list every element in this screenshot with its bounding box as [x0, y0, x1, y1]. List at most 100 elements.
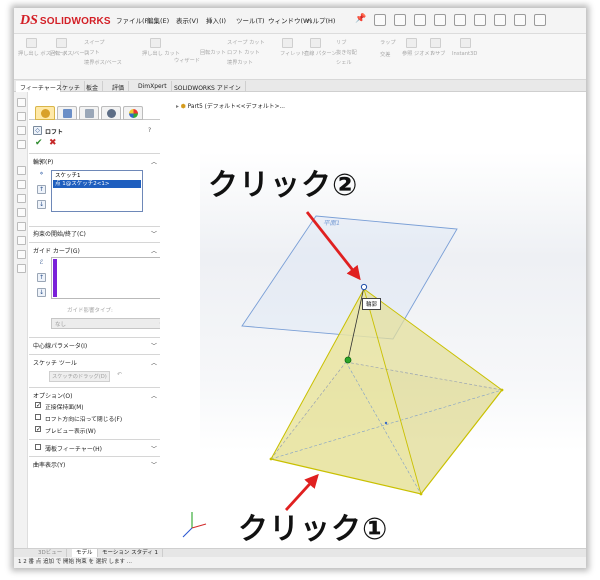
move-down-button[interactable]: ↓: [37, 200, 46, 209]
pin-icon[interactable]: 📌: [355, 14, 366, 24]
reference-geometry-icon[interactable]: [406, 38, 417, 48]
dimxpert-manager-tab[interactable]: [101, 106, 121, 120]
strip-icon[interactable]: [17, 98, 26, 107]
ribbon-instant3d[interactable]: Instant3D: [452, 51, 477, 57]
help-icon[interactable]: ?: [148, 127, 151, 134]
undo-sketch-drag-icon[interactable]: ↶: [115, 371, 124, 380]
move-up-button[interactable]: ↑: [37, 185, 46, 194]
strip-icon[interactable]: [17, 236, 26, 245]
ribbon-wizard[interactable]: ウィザード: [174, 58, 200, 64]
tab-evaluate[interactable]: 評価: [108, 81, 130, 92]
strip-icon[interactable]: [17, 166, 26, 175]
select-icon[interactable]: [474, 14, 486, 26]
instant3d-icon[interactable]: [460, 38, 471, 48]
centerline-section-title[interactable]: 中心線パラメータ(I): [33, 341, 87, 350]
start-end-section-title[interactable]: 拘束の開始/終了(C): [33, 229, 86, 238]
strip-icon[interactable]: [17, 112, 26, 121]
cancel-button[interactable]: ✖: [49, 138, 57, 148]
file-properties-icon[interactable]: [514, 14, 526, 26]
strip-icon[interactable]: [17, 264, 26, 273]
thin-feature-section-title[interactable]: 薄板フィーチャー(H): [45, 444, 102, 453]
tab-sketch[interactable]: スケッチ: [52, 81, 86, 92]
menu-view[interactable]: 表示(V): [176, 15, 199, 25]
chevron-down-icon[interactable]: ﹀: [151, 460, 157, 469]
guide-section-title[interactable]: ガイド カーブ(G): [33, 246, 80, 255]
display-manager-tab[interactable]: [123, 106, 143, 120]
save-icon[interactable]: [414, 14, 426, 26]
chevron-up-icon[interactable]: ︿: [151, 358, 157, 367]
plane-label[interactable]: 平面1: [323, 217, 340, 227]
ribbon-loft-cut[interactable]: ロフト カット: [227, 50, 260, 56]
tangent-faces-checkbox[interactable]: ✓: [35, 402, 41, 409]
list-item[interactable]: 点 1@スケッチ2<1>: [53, 180, 141, 188]
sketch-tool-section-title[interactable]: スケッチ ツール: [33, 358, 77, 367]
ribbon-fillet[interactable]: フィレット: [280, 51, 306, 57]
property-manager-tab[interactable]: [57, 106, 77, 120]
menu-tools[interactable]: ツール(T): [236, 15, 265, 25]
ribbon-extrude-cut[interactable]: 押し出し カット: [142, 51, 180, 57]
ribbon-intersect[interactable]: 交差: [380, 52, 390, 58]
curves-icon[interactable]: [430, 38, 441, 48]
chevron-down-icon[interactable]: ﹀: [151, 444, 157, 453]
feature-manager-tab[interactable]: [35, 106, 55, 120]
apex-point[interactable]: [360, 283, 368, 291]
menu-file[interactable]: ファイル(F): [116, 15, 151, 25]
profile-section-title[interactable]: 輪郭(P): [33, 157, 53, 166]
ribbon-wrap[interactable]: ラップ: [380, 40, 396, 46]
list-item[interactable]: スケッチ1: [53, 172, 81, 180]
linear-pattern-icon[interactable]: [310, 38, 321, 48]
fillet-icon[interactable]: [282, 38, 293, 48]
ribbon-shell[interactable]: シェル: [336, 60, 352, 66]
guide-curve-list[interactable]: [51, 257, 167, 299]
menu-help[interactable]: ヘルプ(H): [306, 15, 335, 25]
chevron-up-icon[interactable]: ︿: [151, 246, 157, 255]
chevron-down-icon[interactable]: ﹀: [151, 341, 157, 350]
strip-icon[interactable]: [17, 140, 26, 149]
revolve-boss-icon[interactable]: [56, 38, 67, 48]
graphics-area[interactable]: ▸ ⬢ Part5 (デフォルト<<デフォルト>... 平面1 輪郭 クリック②…: [160, 92, 586, 548]
guide-type-dropdown[interactable]: なし ⌄: [51, 318, 167, 329]
move-down-button[interactable]: ↓: [37, 288, 46, 297]
extrude-cut-icon[interactable]: [150, 38, 161, 48]
options-gear-icon[interactable]: [534, 14, 546, 26]
ribbon-boundary-cut[interactable]: 境界カット: [227, 60, 253, 66]
rebuild-icon[interactable]: [494, 14, 506, 26]
menu-insert[interactable]: 挿入(I): [206, 15, 226, 25]
chevron-up-icon[interactable]: ︿: [151, 157, 157, 166]
chevron-down-icon[interactable]: ﹀: [151, 229, 157, 238]
app-logo[interactable]: DS SOLIDWORKS: [20, 13, 111, 29]
strip-icon[interactable]: [17, 222, 26, 231]
open-icon[interactable]: [394, 14, 406, 26]
ribbon-draft[interactable]: 抜き勾配: [336, 50, 357, 56]
tab-sheet-metal[interactable]: 板金: [82, 81, 104, 92]
show-preview-checkbox[interactable]: ✓: [35, 426, 41, 433]
strip-icon[interactable]: [17, 194, 26, 203]
ribbon-curves[interactable]: カーブ: [430, 51, 445, 57]
ribbon-rib[interactable]: リブ: [336, 40, 346, 46]
strip-icon[interactable]: [17, 208, 26, 217]
ribbon-loft[interactable]: ロフト: [84, 50, 100, 56]
curvature-section-title[interactable]: 曲率表示(Y): [33, 460, 65, 469]
close-loft-checkbox[interactable]: [35, 414, 41, 420]
profile-list[interactable]: スケッチ1 点 1@スケッチ2<1>: [51, 170, 143, 212]
extrude-boss-icon[interactable]: [26, 38, 37, 48]
strip-icon[interactable]: [17, 126, 26, 135]
tab-dimxpert[interactable]: DimXpert: [134, 81, 172, 92]
options-section-title[interactable]: オプション(O): [33, 391, 72, 400]
strip-icon[interactable]: [17, 180, 26, 189]
ribbon-boundary-boss[interactable]: 境界ボス/ベース: [84, 60, 122, 66]
move-up-button[interactable]: ↑: [37, 273, 46, 282]
new-document-icon[interactable]: [374, 14, 386, 26]
chevron-up-icon[interactable]: ︿: [151, 391, 157, 400]
drag-sketch-button[interactable]: スケッチのドラッグ(D): [49, 371, 110, 382]
configuration-manager-tab[interactable]: [79, 106, 99, 120]
ribbon-sweep-cut[interactable]: スイープ カット: [227, 40, 265, 46]
thin-feature-checkbox[interactable]: [35, 444, 41, 450]
undo-icon[interactable]: [454, 14, 466, 26]
ribbon-linear-pattern[interactable]: 直線 パターン: [304, 51, 337, 57]
connector-handle[interactable]: [344, 356, 352, 364]
ok-button[interactable]: ✔: [35, 138, 43, 148]
tab-addins[interactable]: SOLIDWORKS アドイン: [170, 81, 246, 92]
strip-icon[interactable]: [17, 250, 26, 259]
ribbon-revolve-cut[interactable]: 回転カット: [200, 50, 226, 56]
